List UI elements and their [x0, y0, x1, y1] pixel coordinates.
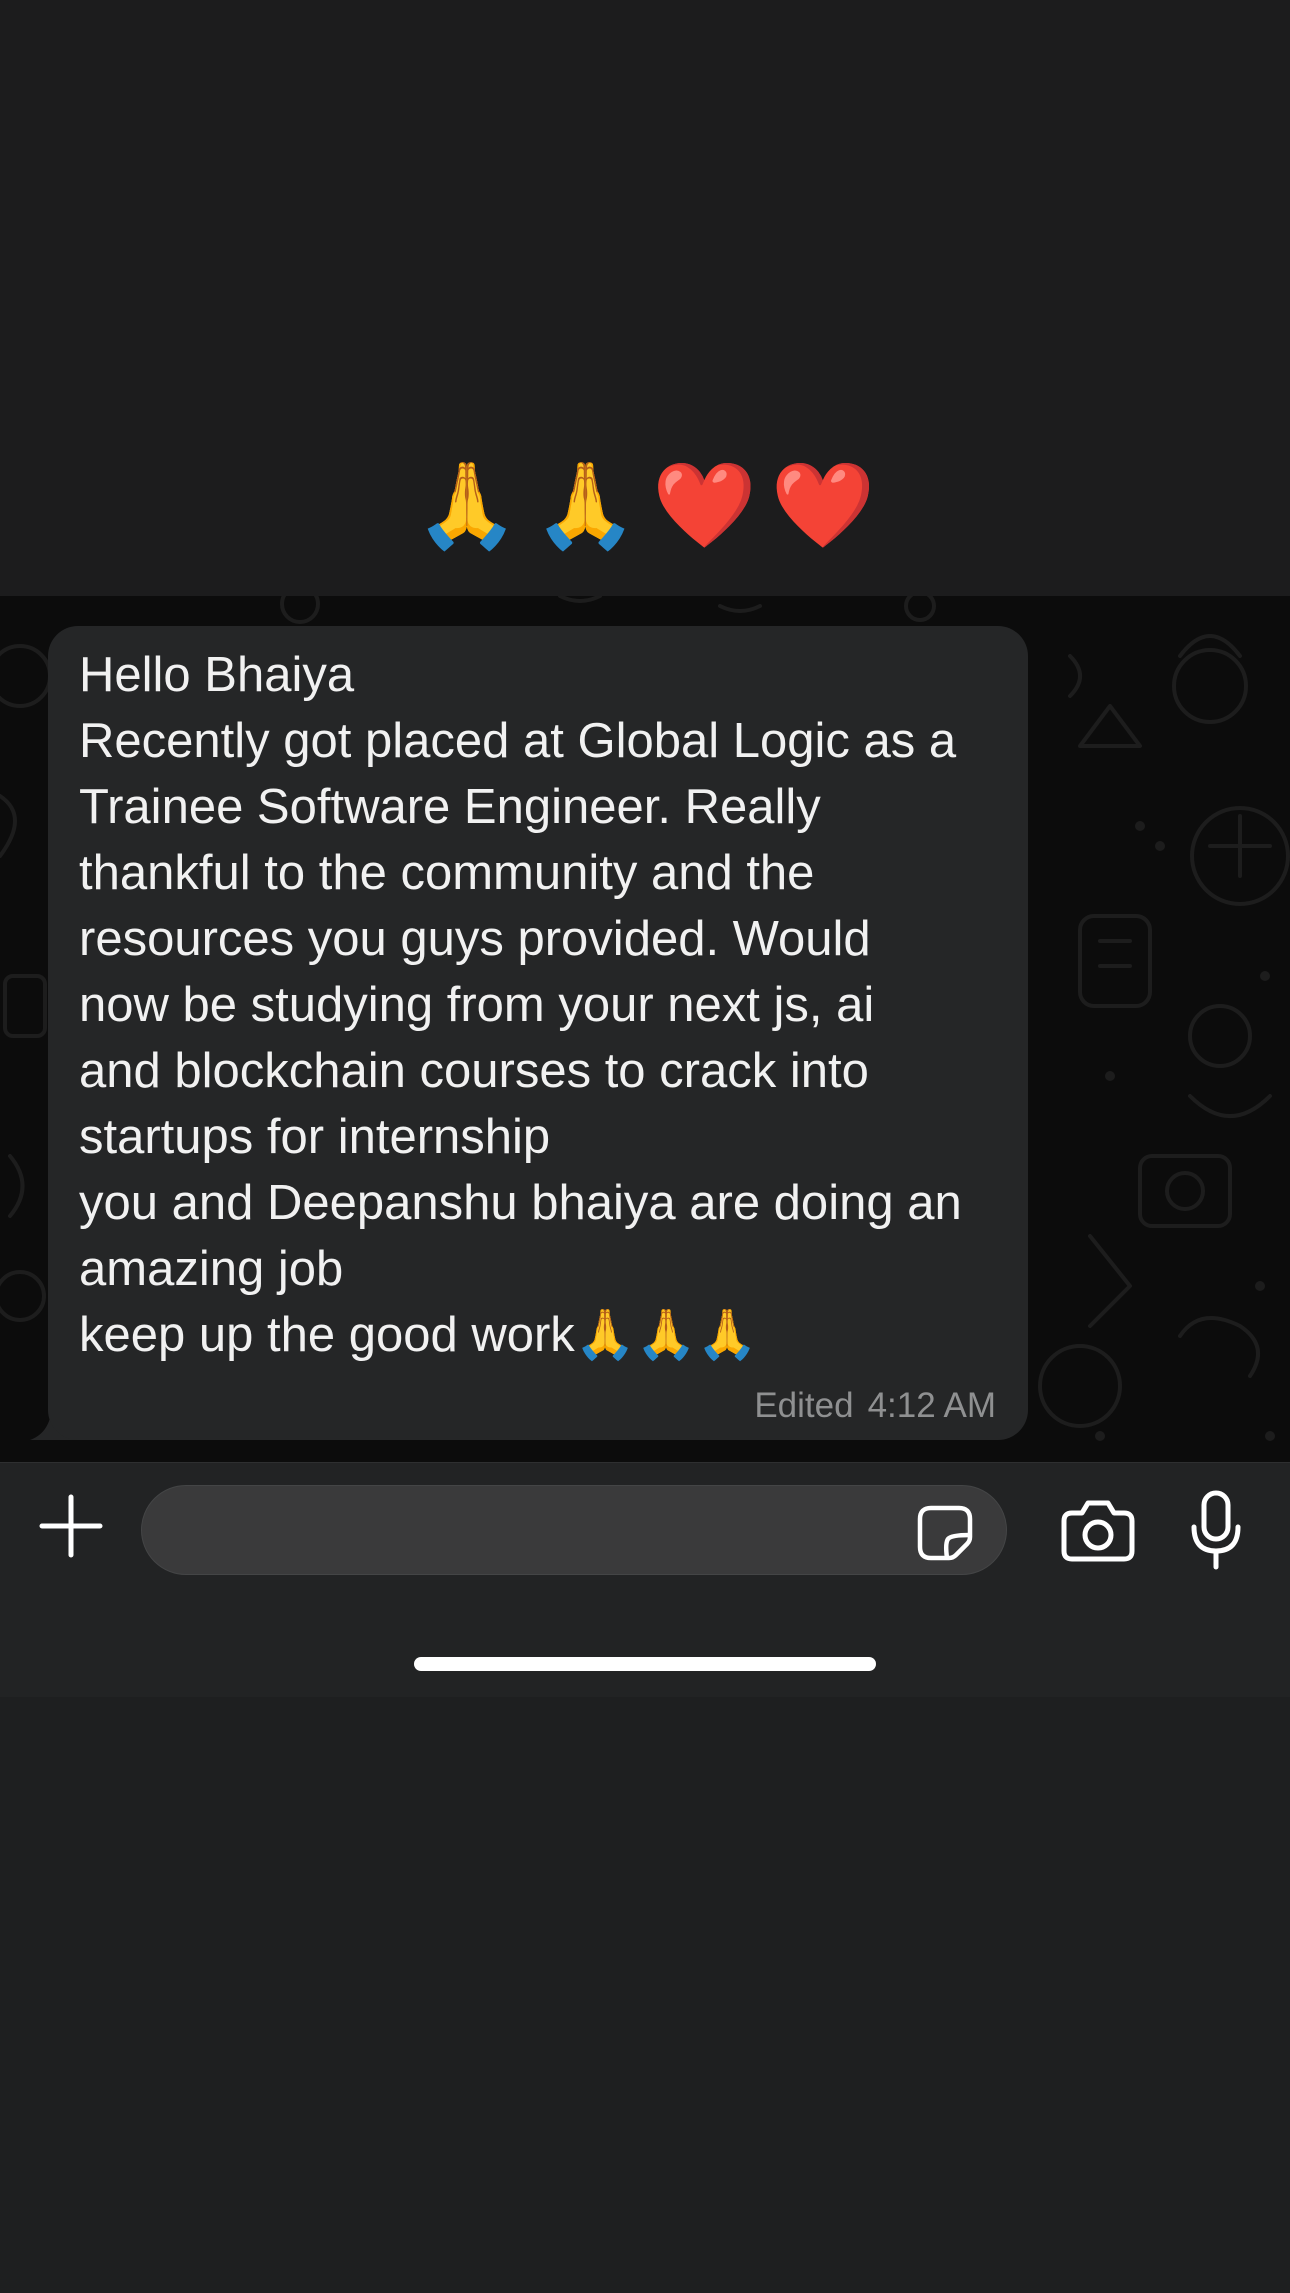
reaction-folded-hands[interactable]: 🙏: [415, 463, 520, 547]
message-bubble[interactable]: Hello Bhaiya Recently got placed at Glob…: [48, 626, 1028, 1440]
message-line: amazing job: [79, 1242, 344, 1296]
voice-message-button[interactable]: [1186, 1489, 1246, 1573]
microphone-icon: [1191, 1490, 1241, 1570]
message-line: thankful to the community and the: [79, 846, 815, 900]
reaction-red-heart[interactable]: ❤️: [771, 463, 876, 547]
message-line: Trainee Software Engineer. Really: [79, 780, 821, 834]
reaction-bar: 🙏 🙏 ❤️ ❤️: [0, 455, 1290, 555]
edited-label: Edited: [754, 1386, 854, 1425]
message-input[interactable]: [141, 1485, 1007, 1575]
camera-button[interactable]: [1058, 1495, 1138, 1565]
chat-screen: 🙏 🙏 ❤️ ❤️ Hello Bhaiya Recently got plac…: [0, 0, 1290, 2293]
message-line: keep up the good work🙏🙏🙏: [79, 1308, 758, 1362]
dimmed-bottom-area: [0, 1697, 1290, 2293]
reaction-folded-hands[interactable]: 🙏: [533, 463, 638, 547]
message-line: startups for internship: [79, 1110, 551, 1164]
message-meta: Edited 4:12 AM: [754, 1386, 996, 1426]
message-composer: [0, 1462, 1290, 1698]
sticker-button[interactable]: [915, 1503, 975, 1563]
message-line: resources you guys provided. Would: [79, 912, 871, 966]
message-time: 4:12 AM: [867, 1386, 996, 1425]
message-line: and blockchain courses to crack into: [79, 1044, 869, 1098]
add-attachment-button[interactable]: [36, 1491, 106, 1561]
chat-area: Hello Bhaiya Recently got placed at Glob…: [0, 596, 1290, 1462]
message-line: Hello Bhaiya: [79, 648, 355, 702]
plus-icon: [39, 1494, 103, 1558]
home-indicator[interactable]: [414, 1657, 876, 1671]
sticker-icon: [917, 1505, 973, 1561]
reaction-red-heart[interactable]: ❤️: [652, 463, 757, 547]
message-line: you and Deepanshu bhaiya are doing an: [79, 1176, 962, 1230]
camera-icon: [1061, 1500, 1135, 1562]
message-line: Recently got placed at Global Logic as a: [79, 714, 957, 768]
dimmed-header-area: 🙏 🙏 ❤️ ❤️: [0, 0, 1290, 596]
message-line: now be studying from your next js, ai: [79, 978, 875, 1032]
